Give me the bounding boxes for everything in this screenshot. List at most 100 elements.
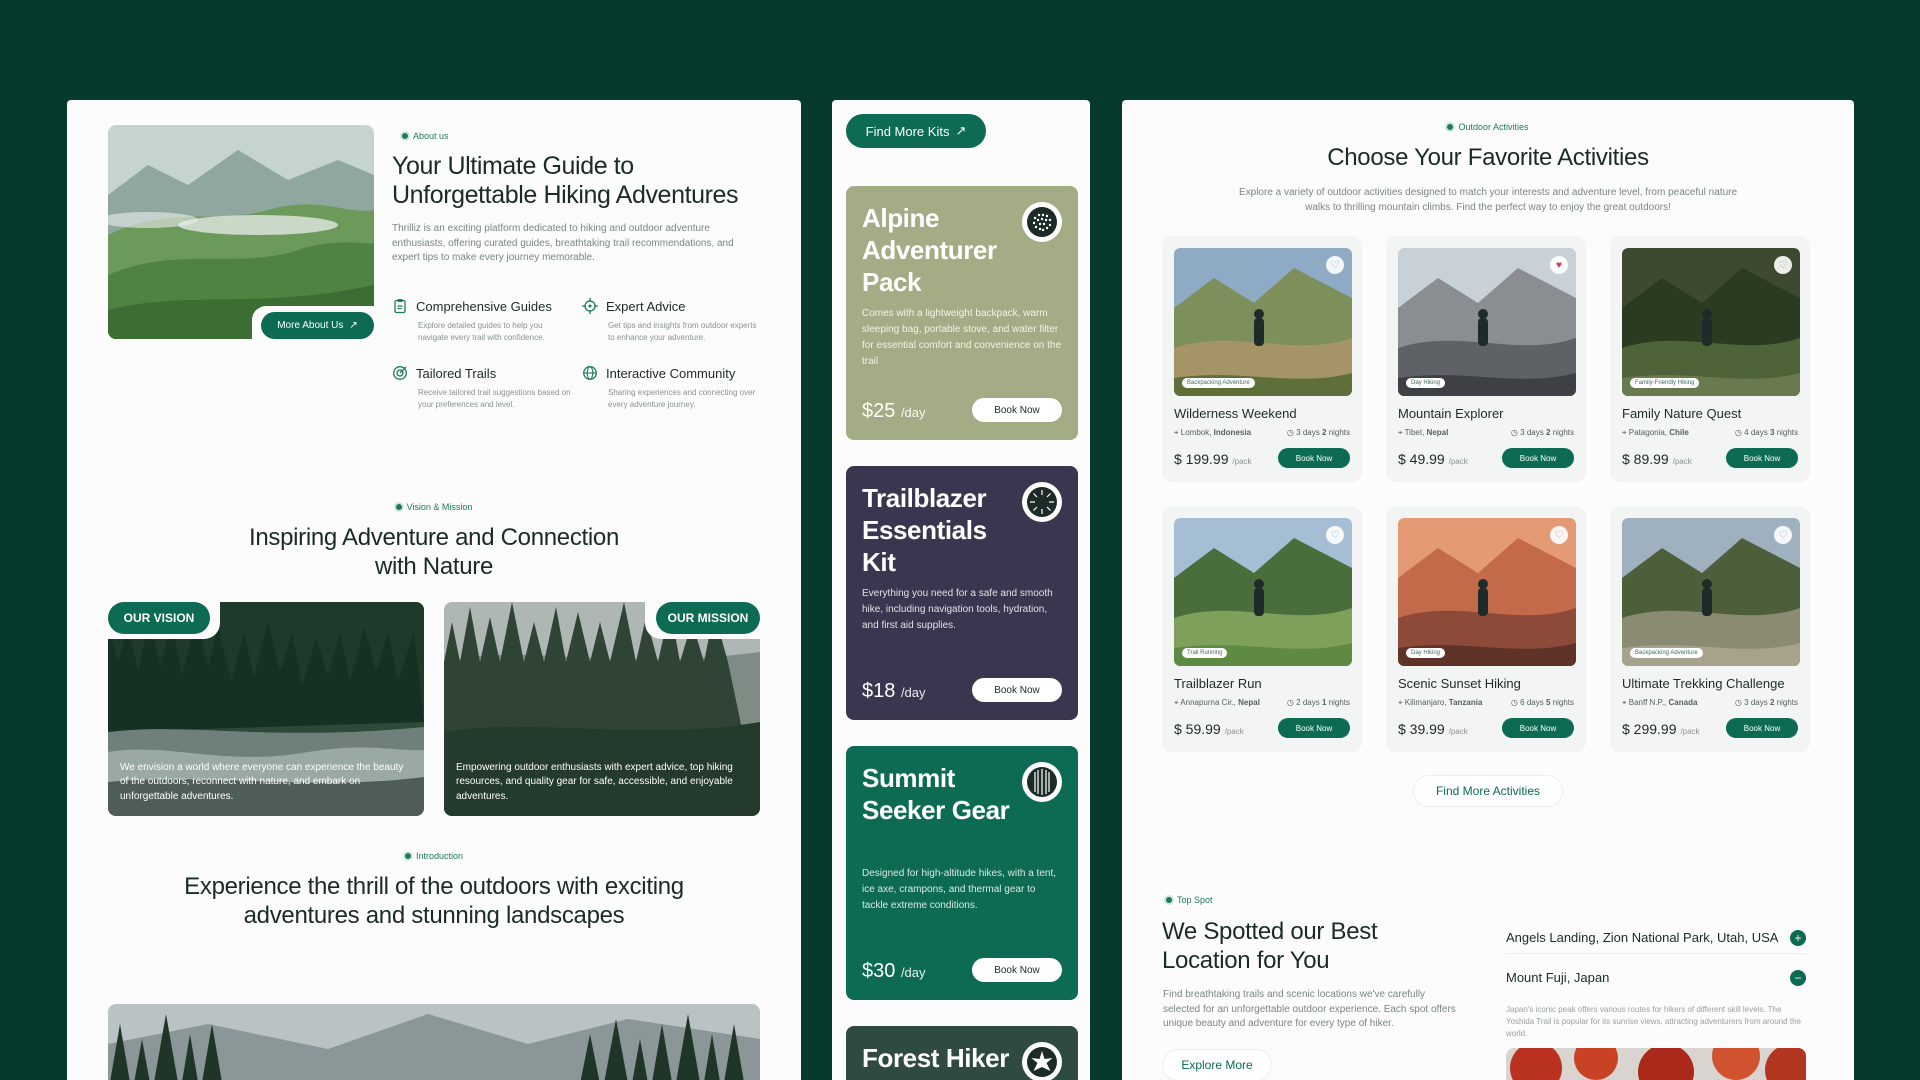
kit-price-unit: /day [900, 685, 926, 700]
kit-book-now-button[interactable]: Book Now [972, 398, 1062, 422]
about-panel: More About Us ↗ About us Your Ultimate G… [67, 100, 801, 1080]
location-name: Mount Fuji, Japan [1506, 970, 1610, 985]
eyebrow-dot-icon [395, 504, 402, 510]
activity-days: 3 [1744, 698, 1749, 707]
activity-price-unit: /pack [1680, 727, 1700, 736]
feature-expert-advice: Expert Advice Get tips and insights from… [582, 298, 762, 343]
activity-days: 6 [1520, 698, 1525, 707]
activity-location-area: Patagonia, [1628, 428, 1668, 437]
activity-name: Scenic Sunset Hiking [1398, 676, 1521, 691]
find-more-activities-button[interactable]: Find More Activities [1414, 776, 1562, 806]
kit-price: $25 /day [862, 400, 926, 423]
feature-desc: Explore detailed guides to help you navi… [418, 321, 545, 342]
kit-title: Trailblazer Essentials Kit [862, 483, 987, 578]
activity-book-now-button[interactable]: Book Now [1502, 718, 1574, 738]
feature-title: Expert Advice [606, 298, 686, 314]
activity-location: ⌖ Banff N.P., Canada [1622, 698, 1697, 708]
find-more-kits-label: Find More Kits [865, 123, 950, 139]
location-item-angels-landing[interactable]: Angels Landing, Zion National Park, Utah… [1506, 930, 1806, 954]
spot-title-line2: Location for You [1162, 946, 1330, 974]
about-title-line1: Your Ultimate Guide to [392, 152, 634, 180]
feature-tailored-trails: Tailored Trails Receive tailored trail s… [392, 365, 572, 410]
activity-nights: 2 [1545, 428, 1551, 437]
activity-price-value: $ 59.99 [1174, 721, 1221, 737]
kit-price-value: $18 [862, 680, 896, 702]
activity-name: Mountain Explorer [1398, 406, 1504, 421]
activity-photo: Backpacking Adventure ♡ [1622, 518, 1800, 666]
activity-price: $ 299.99 /pack [1622, 721, 1700, 737]
clock-icon: ◷ [1734, 698, 1742, 707]
activity-location: ⌖ Patagonia, Chile [1622, 428, 1689, 438]
vision-eyebrow-text: Vision & Mission [406, 502, 473, 512]
activity-location: ⌖ Annapurna Cir., Nepal [1174, 698, 1260, 708]
activity-location: ⌖ Tibet, Nepal [1398, 428, 1448, 438]
activity-card: Day Hiking ♥ Mountain Explorer ⌖ Tibet, Nep… [1386, 236, 1586, 482]
favorite-heart-icon[interactable]: ♥ [1550, 256, 1568, 274]
favorite-heart-icon[interactable]: ♡ [1326, 526, 1344, 544]
find-more-activities-label: Find More Activities [1435, 784, 1541, 798]
vision-caption: We envision a world where everyone can e… [120, 761, 404, 802]
favorite-heart-icon[interactable]: ♡ [1326, 256, 1344, 274]
activities-eyebrow-text: Outdoor Activities [1458, 122, 1529, 132]
activity-location-country: Tanzania [1448, 698, 1483, 707]
favorite-heart-icon[interactable]: ♡ [1550, 526, 1568, 544]
spot-eyebrow-text: Top Spot [1177, 895, 1213, 905]
activity-name: Trailblazer Run [1174, 676, 1262, 691]
pin-icon: ⌖ [1174, 428, 1179, 437]
activity-price: $ 49.99 /pack [1398, 451, 1468, 467]
spot-title: We Spotted our Best Location for You [1162, 918, 1378, 976]
target-icon [393, 366, 407, 380]
activity-book-now-button[interactable]: Book Now [1726, 448, 1798, 468]
activity-tag: Backpacking Adventure [1182, 378, 1255, 388]
feature-title: Tailored Trails [416, 365, 497, 381]
kit-book-now-button[interactable]: Book Now [972, 678, 1062, 702]
kit-price-unit: /day [900, 965, 926, 980]
location-item-mount-fuji[interactable]: Mount Fuji, Japan − Japan's iconic peak … [1506, 970, 1806, 1044]
kit-card-summit: Summit Seeker Gear Designed for high-alt… [846, 746, 1078, 1000]
activity-location-country: Nepal [1238, 698, 1260, 707]
feature-desc: Receive tailored trail suggestions based… [418, 388, 571, 409]
activity-book-now-button[interactable]: Book Now [1278, 718, 1350, 738]
activity-days: 2 [1296, 698, 1301, 707]
favorite-heart-icon[interactable]: ♡ [1774, 526, 1792, 544]
activity-location-area: Annapurna Cir., [1180, 698, 1236, 707]
pin-icon: ⌖ [1174, 698, 1179, 707]
compass-icon [582, 298, 598, 314]
find-more-kits-button[interactable]: Find More Kits ↗ [846, 114, 986, 148]
activity-book-now-button[interactable]: Book Now [1726, 718, 1798, 738]
activity-card: Family-Friendly Hiking ♡ Family Nature Que… [1610, 236, 1810, 482]
feature-title: Comprehensive Guides [416, 298, 552, 314]
pin-icon: ⌖ [1622, 428, 1627, 437]
collapse-minus-icon[interactable]: − [1790, 970, 1806, 986]
about-eyebrow-text: About us [413, 131, 449, 141]
activity-book-now-button[interactable]: Book Now [1278, 448, 1350, 468]
favorite-heart-icon[interactable]: ♡ [1774, 256, 1792, 274]
activity-price-unit: /pack [1448, 727, 1468, 736]
clock-icon: ◷ [1286, 698, 1294, 707]
activity-price-value: $ 299.99 [1622, 721, 1677, 737]
vision-title-line2: with Nature [374, 552, 494, 580]
intro-title: Experience the thrill of the outdoors wi… [67, 873, 801, 931]
our-mission-label: OUR MISSION [656, 602, 760, 634]
location-name: Angels Landing, Zion National Park, Utah… [1506, 930, 1779, 945]
activities-eyebrow: Outdoor Activities [1122, 122, 1854, 132]
clock-icon: ◷ [1286, 428, 1294, 437]
kits-panel: Find More Kits ↗ Alpine Adventurer Pack … [832, 100, 1090, 1080]
expand-plus-icon[interactable]: + [1790, 930, 1806, 946]
kit-badge-icon [1022, 482, 1062, 522]
activity-location-area: Kilimanjaro, [1404, 698, 1447, 707]
clock-icon: ◷ [1510, 698, 1518, 707]
activity-book-now-button[interactable]: Book Now [1502, 448, 1574, 468]
arrow-up-right-icon: ↗ [349, 320, 358, 331]
more-about-us-button[interactable]: More About Us ↗ [261, 312, 374, 339]
explore-more-button[interactable]: Explore More [1163, 1050, 1271, 1080]
activity-duration: ◷ 4 days 3 nights [1735, 428, 1798, 437]
nights-label: nights [1328, 698, 1350, 707]
days-label: days [1750, 428, 1768, 437]
kit-card-trailblazer: Trailblazer Essentials Kit Everything yo… [846, 466, 1078, 720]
activity-price-unit: /pack [1448, 457, 1468, 466]
activity-price-unit: /pack [1672, 457, 1692, 466]
activity-price-value: $ 39.99 [1398, 721, 1445, 737]
kit-price-unit: /day [900, 405, 926, 420]
kit-book-now-button[interactable]: Book Now [972, 958, 1062, 982]
